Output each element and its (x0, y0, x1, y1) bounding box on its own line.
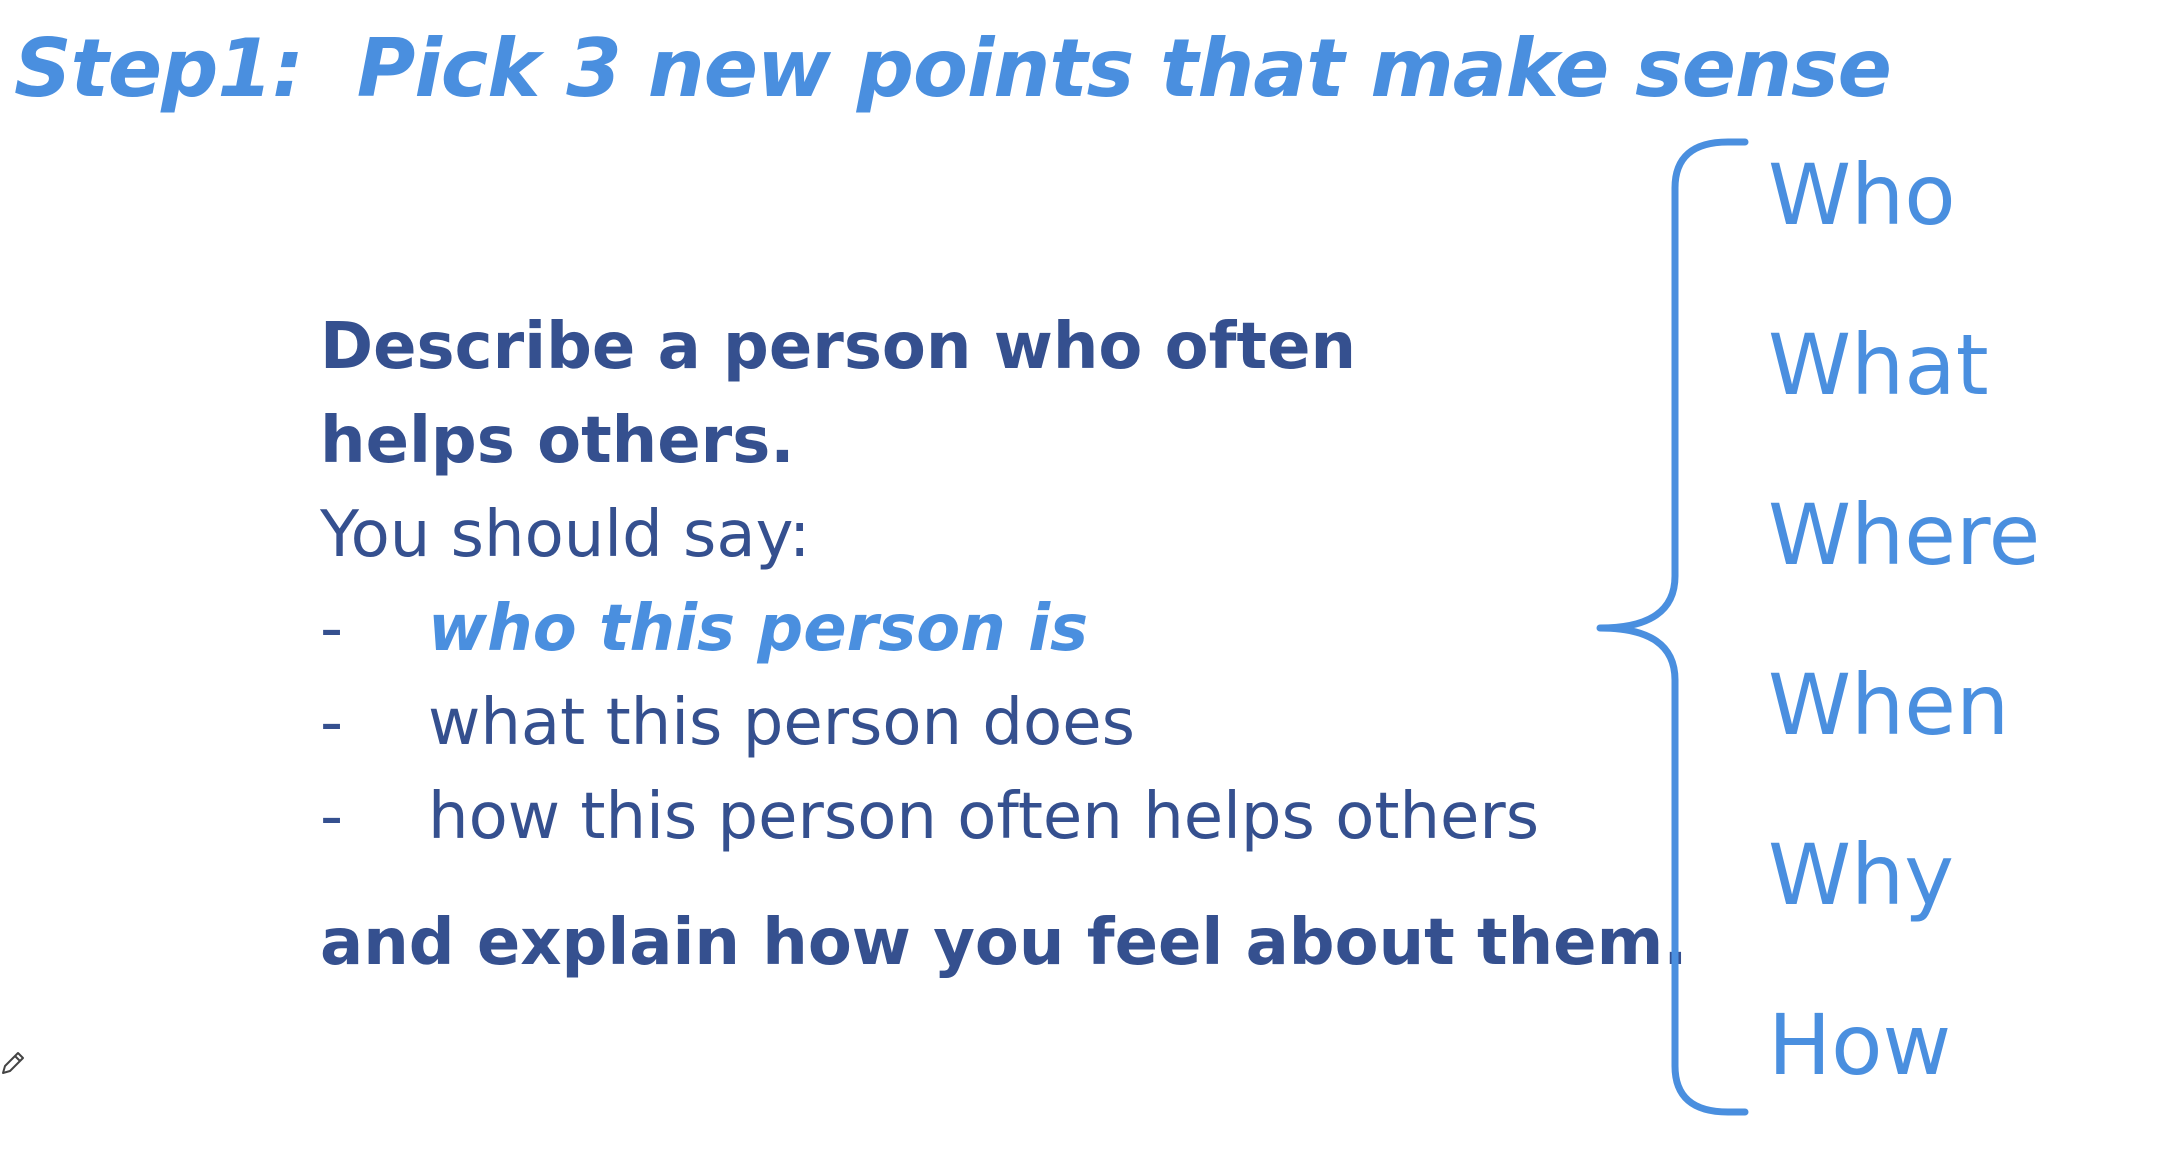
bullet-text-who: who this person is (428, 592, 1089, 666)
curly-brace-icon (1596, 138, 1749, 1116)
bullet-text-how: how this person often helps others (428, 780, 1540, 854)
question-word-list: Who What Where When Why How (1768, 140, 2040, 1160)
bullet-dash: - (320, 592, 344, 666)
bullet-dash: - (320, 780, 344, 854)
cue-card: Describe a person who often helps others… (320, 300, 1688, 990)
bullet-dash: - (320, 686, 344, 760)
prompt-heading-line1: Describe a person who often (320, 310, 1357, 384)
question-word-what: What (1768, 316, 1989, 414)
prompt-intro: You should say: (320, 498, 811, 572)
question-word-when: When (1768, 656, 2010, 754)
prompt-closing: and explain how you feel about them. (320, 906, 1688, 980)
question-word-why: Why (1768, 826, 1955, 924)
bullet-item-how: - how this person often helps others (320, 770, 1688, 864)
question-word-where: Where (1768, 486, 2041, 584)
bullet-item-what: - what this person does (320, 676, 1688, 770)
slide-title: Step1: Pick 3 new points that make sense (14, 22, 1892, 115)
bullet-text-what: what this person does (428, 686, 1135, 760)
question-word-how: How (1768, 996, 1952, 1094)
bullet-item-who: - who this person is (320, 582, 1688, 676)
pen-icon[interactable] (0, 1050, 26, 1076)
prompt-heading-line2: helps others. (320, 404, 795, 478)
question-word-who: Who (1768, 146, 1956, 244)
